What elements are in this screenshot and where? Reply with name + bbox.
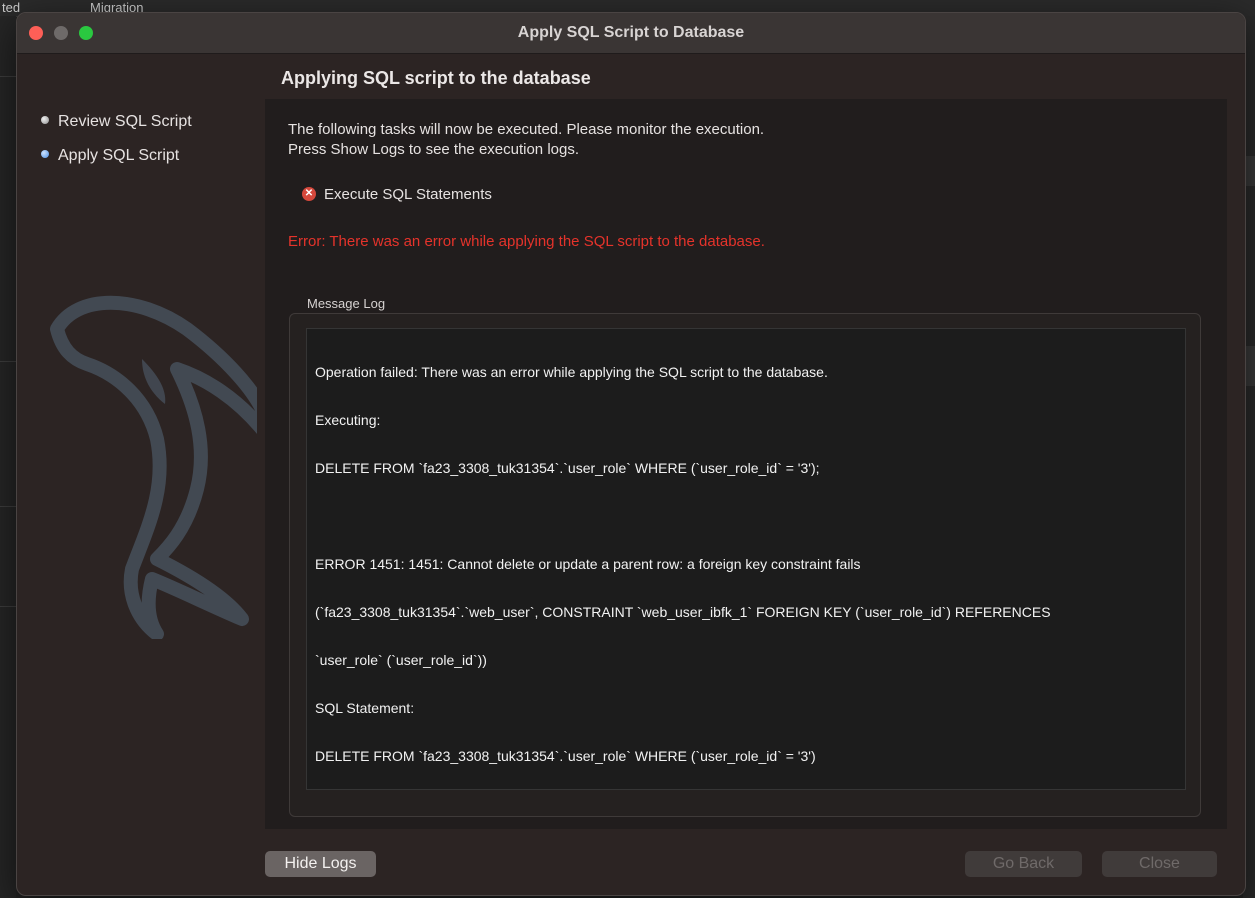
task-execute-sql-statements: ✕ Execute SQL Statements	[302, 185, 492, 205]
page-title: Applying SQL script to the database	[281, 68, 591, 88]
description-line-1: The following tasks will now be executed…	[288, 121, 765, 138]
log-line: Executing:	[315, 412, 381, 428]
error-x-icon: ✕	[302, 187, 316, 202]
wizard-sidebar: Review SQL Script Apply SQL Script	[17, 54, 265, 895]
close-button[interactable]: Close	[1102, 851, 1217, 877]
step-apply-sql-script: Apply SQL Script	[41, 145, 179, 167]
log-line: (`fa23_3308_tuk31354`.`web_user`, CONSTR…	[315, 604, 1051, 620]
step-done-indicator-icon	[41, 115, 49, 124]
log-line: Operation failed: There was an error whi…	[315, 364, 828, 380]
log-line: SQL Statement:	[315, 700, 415, 716]
step-review-sql-script: Review SQL Script	[41, 111, 192, 133]
task-label: Execute SQL Statements	[324, 186, 492, 203]
log-line: `user_role` (`user_role_id`))	[315, 652, 487, 668]
log-line: DELETE FROM `fa23_3308_tuk31354`.`user_r…	[315, 748, 816, 764]
message-log-group: Message Log Operation failed: There was …	[289, 296, 1201, 817]
background-left-panel	[0, 16, 16, 898]
error-message: Error: There was an error while applying…	[288, 233, 765, 250]
step-label: Review SQL Script	[58, 113, 192, 130]
apply-sql-dialog: Apply SQL Script to Database Review SQL …	[16, 12, 1246, 896]
title-bar: Apply SQL Script to Database	[17, 13, 1245, 54]
message-log-label: Message Log	[307, 296, 386, 311]
dolphin-logo-icon	[50, 295, 257, 639]
step-current-indicator-icon	[41, 149, 49, 158]
log-line: DELETE FROM `fa23_3308_tuk31354`.`user_r…	[315, 460, 820, 476]
message-log-textarea[interactable]: Operation failed: There was an error whi…	[306, 328, 1186, 790]
window-title: Apply SQL Script to Database	[517, 24, 745, 41]
hide-logs-button[interactable]: Hide Logs	[265, 851, 376, 877]
step-label: Apply SQL Script	[58, 147, 180, 164]
go-back-button[interactable]: Go Back	[965, 851, 1082, 877]
log-line: ERROR 1451: 1451: Cannot delete or updat…	[315, 556, 861, 572]
description-line-2: Press Show Logs to see the execution log…	[288, 141, 580, 158]
main-content-panel: The following tasks will now be executed…	[265, 99, 1227, 829]
